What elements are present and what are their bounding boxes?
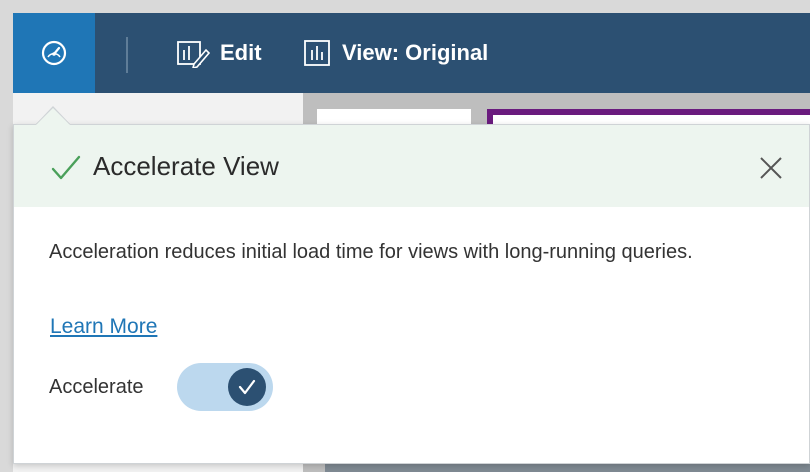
checkmark-icon <box>238 379 256 395</box>
popup-pointer-fill <box>36 108 70 125</box>
accelerate-toggle[interactable] <box>177 363 273 411</box>
edit-label: Edit <box>220 40 262 65</box>
performance-button[interactable] <box>13 13 95 93</box>
accelerate-toggle-label: Accelerate <box>49 376 144 398</box>
learn-more-link[interactable]: Learn More <box>50 315 157 339</box>
view-label: View: Original <box>342 40 489 65</box>
edit-button[interactable]: Edit <box>176 33 262 73</box>
accelerate-view-popup: Accelerate View Acceleration reduces ini… <box>13 124 810 464</box>
edit-chart-icon <box>176 38 210 68</box>
bar-chart-icon <box>302 38 332 68</box>
toolbar-divider <box>126 37 128 73</box>
close-icon <box>760 157 782 179</box>
popup-header: Accelerate View <box>14 125 809 207</box>
popup-description: Acceleration reduces initial load time f… <box>49 241 693 263</box>
popup-title: Accelerate View <box>93 151 279 181</box>
checkmark-icon <box>51 155 81 186</box>
top-toolbar: Edit View: Original <box>13 13 810 93</box>
close-button[interactable] <box>758 155 784 181</box>
speedometer-icon <box>41 40 67 66</box>
view-original-button[interactable]: View: Original <box>302 33 488 73</box>
toggle-knob <box>228 368 266 406</box>
